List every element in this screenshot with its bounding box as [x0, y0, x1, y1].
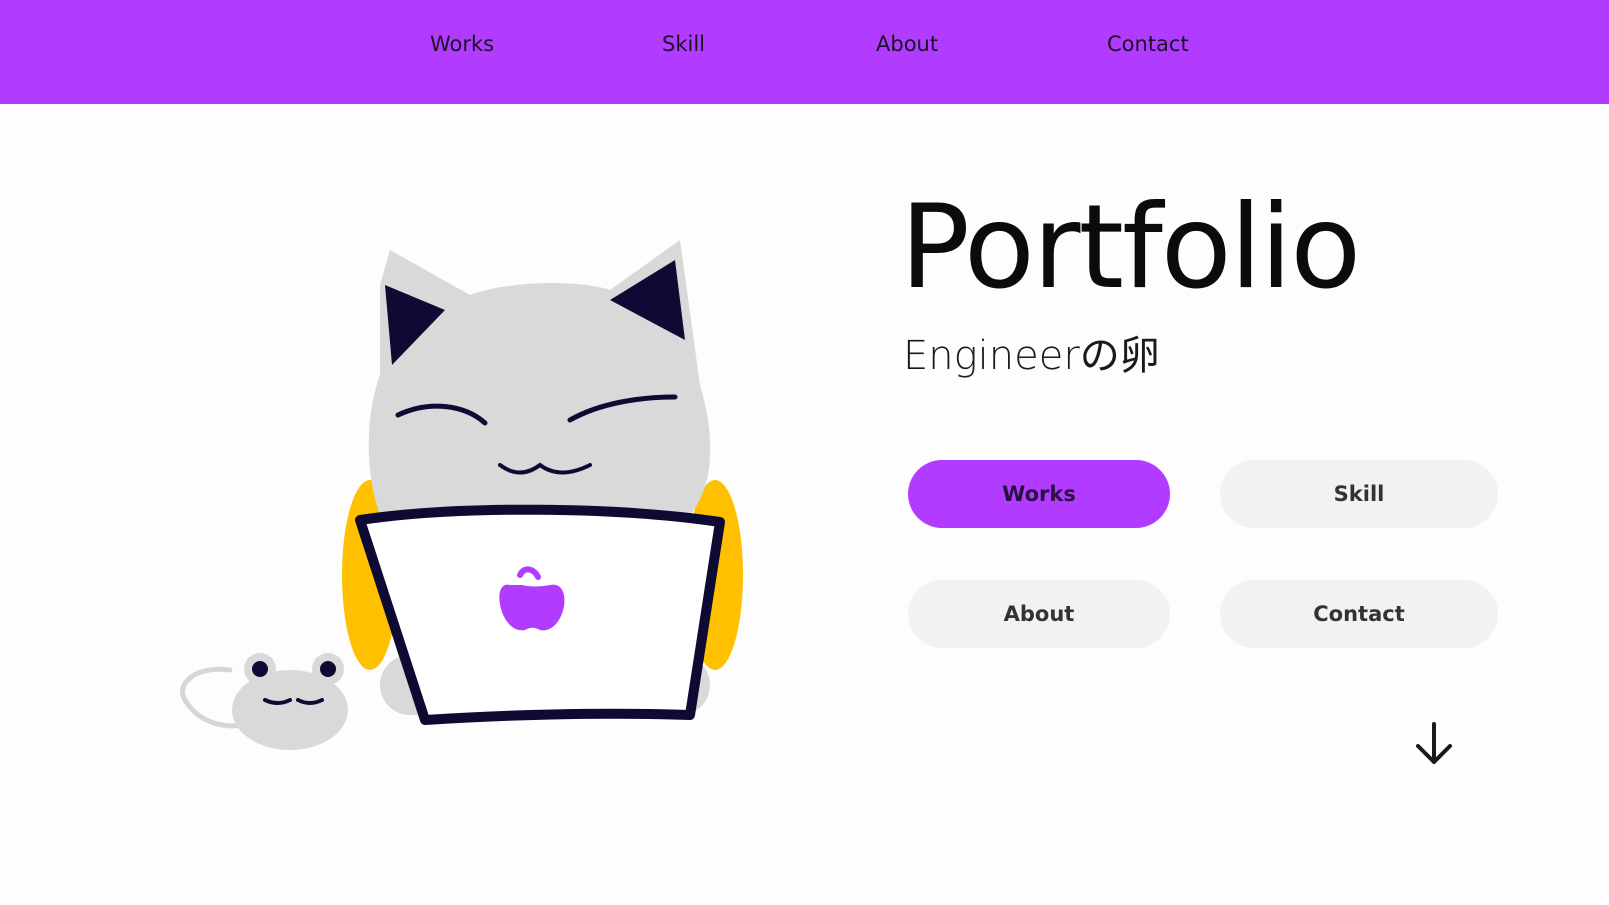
mouse-illustration	[232, 653, 348, 750]
contact-button[interactable]: Contact	[1220, 580, 1498, 648]
mouse-ear-inner-left	[252, 661, 268, 677]
about-button[interactable]: About	[908, 580, 1170, 648]
page-subtitle: Engineerの卵	[903, 333, 1160, 379]
nav-link-skill[interactable]: Skill	[662, 34, 705, 55]
cat-with-laptop-illustration	[179, 240, 743, 750]
works-button[interactable]: Works	[908, 460, 1170, 528]
nav-link-about[interactable]: About	[876, 34, 938, 55]
nav-link-works[interactable]: Works	[430, 34, 494, 55]
laptop-illustration	[355, 504, 725, 725]
mouse-ear-inner-right	[320, 661, 336, 677]
arrow-down-icon[interactable]	[1410, 720, 1458, 768]
top-nav-bar: Works Skill About Contact	[0, 0, 1609, 104]
skill-button[interactable]: Skill	[1220, 460, 1498, 528]
page-title: Portfolio	[900, 180, 1361, 315]
nav-link-contact[interactable]: Contact	[1107, 34, 1189, 55]
